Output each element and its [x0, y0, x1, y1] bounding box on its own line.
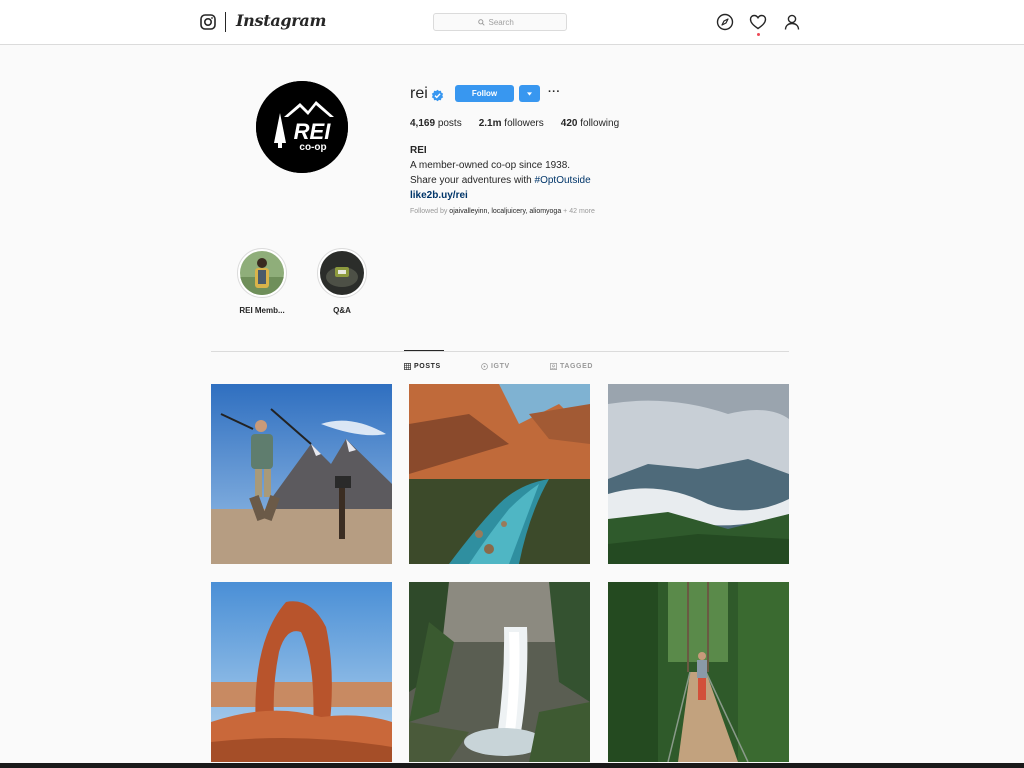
profile-bio: REI A member-owned co-op since 1938. Sha…	[410, 143, 591, 203]
search-icon	[477, 18, 485, 26]
tab-posts-label: POSTS	[414, 363, 441, 370]
tab-igtv-label: IGTV	[491, 363, 510, 370]
bio-name: REI	[410, 145, 427, 156]
bio-line-2-text: Share your adventures with	[410, 175, 535, 186]
top-nav-bar: Instagram	[0, 0, 1024, 45]
post-image	[608, 582, 789, 762]
instagram-glyph-icon[interactable]	[200, 14, 216, 30]
posts-label: posts	[437, 118, 462, 129]
story-highlight[interactable]: REI Memb...	[232, 248, 292, 315]
igtv-icon	[481, 363, 488, 370]
post-image	[211, 582, 392, 762]
tab-tagged-label: TAGGED	[560, 363, 594, 370]
logo-rei-text: REI	[294, 119, 332, 144]
post-tile-hiker-jumping[interactable]	[211, 384, 392, 564]
bio-line-2: Share your adventures with #OptOutside	[410, 173, 591, 188]
story-highlight[interactable]: Q&A	[312, 248, 372, 315]
verified-badge-icon	[431, 89, 444, 102]
bio-website-link[interactable]: like2b.uy/rei	[410, 188, 591, 203]
highlight-cover-hiker	[240, 251, 284, 295]
post-tile-suspension-bridge[interactable]	[608, 582, 789, 762]
followed-by-prefix: Followed by	[410, 208, 450, 215]
posts-stat: 4,169 posts	[410, 118, 462, 129]
tab-tagged[interactable]: TAGGED	[550, 363, 593, 370]
caret-down-icon	[527, 91, 532, 96]
post-tile-river-canyon[interactable]	[409, 384, 590, 564]
suggested-dropdown-button[interactable]	[519, 85, 540, 102]
post-image	[409, 582, 590, 762]
more-options-button[interactable]: ···	[548, 86, 561, 98]
grid-icon	[404, 363, 411, 370]
bio-line-1: A member-owned co-op since 1938.	[410, 160, 571, 171]
heart-icon[interactable]	[749, 13, 767, 31]
post-image	[608, 384, 789, 564]
active-tab-indicator	[404, 350, 444, 351]
following-label: following	[580, 118, 620, 129]
followers-count: 2.1m	[478, 118, 502, 129]
followers-stat[interactable]: 2.1m followers	[479, 118, 544, 129]
followers-label: followers	[504, 118, 544, 129]
highlight-label: Q&A	[333, 306, 351, 315]
post-tile-misty-valley[interactable]	[608, 384, 789, 564]
search-input[interactable]	[488, 17, 523, 27]
notification-dot	[757, 33, 760, 36]
compass-icon[interactable]	[716, 13, 734, 31]
profile-username: rei	[410, 85, 428, 102]
post-image	[211, 384, 392, 564]
tagged-icon	[550, 363, 557, 370]
rei-logo: REI co-op	[256, 81, 348, 173]
following-count: 420	[560, 118, 578, 129]
highlight-label: REI Memb...	[239, 306, 285, 315]
profile-avatar[interactable]: REI co-op	[256, 81, 348, 173]
search-box[interactable]	[433, 13, 567, 31]
post-image	[409, 384, 590, 564]
instagram-wordmark[interactable]: Instagram	[236, 11, 326, 31]
following-stat[interactable]: 420 following	[561, 118, 619, 129]
highlight-ring	[317, 248, 367, 298]
hashtag-link[interactable]: #OptOutside	[535, 175, 591, 186]
highlight-cover-qa	[320, 251, 364, 295]
tab-igtv[interactable]: IGTV	[481, 363, 510, 370]
bottom-edge-bar	[0, 763, 1024, 768]
followed-by-accounts: ojaivalleyinn, localjuicery, aliomyoga	[449, 208, 562, 215]
brand-divider	[225, 12, 226, 32]
post-tile-waterfall[interactable]	[409, 582, 590, 762]
followed-by[interactable]: Followed by ojaivalleyinn, localjuicery,…	[410, 208, 595, 215]
followed-by-more: + 42 more	[561, 208, 595, 215]
user-icon[interactable]	[783, 13, 801, 31]
highlight-ring	[237, 248, 287, 298]
posts-count: 4,169	[410, 118, 436, 129]
tabs-divider	[211, 351, 789, 352]
follow-button[interactable]: Follow	[455, 85, 514, 102]
logo-coop-text: co-op	[299, 142, 326, 153]
post-tile-delicate-arch[interactable]	[211, 582, 392, 762]
profile-stats: 4,169 posts 2.1m followers 420 following	[410, 118, 636, 129]
tab-posts[interactable]: POSTS	[404, 363, 441, 370]
